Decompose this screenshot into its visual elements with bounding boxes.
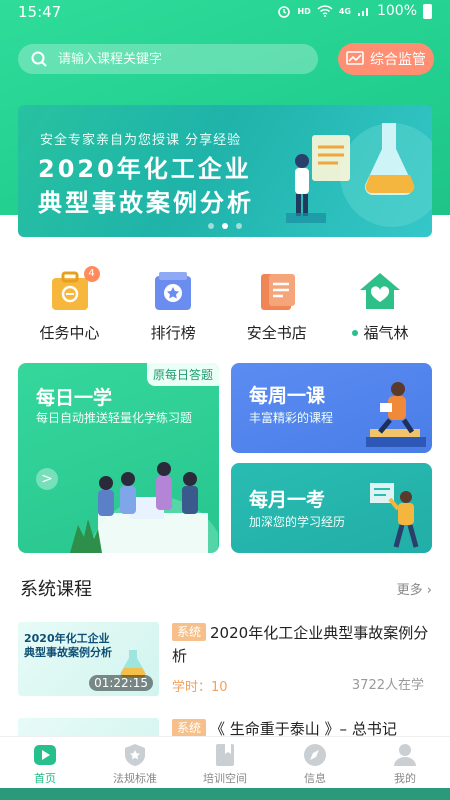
daily-tag: 原每日答题 xyxy=(146,363,219,386)
new-dot xyxy=(352,329,359,336)
quick-label: 排行榜 xyxy=(150,324,196,342)
hd-indicator: HD xyxy=(297,6,311,16)
course-thumbnail[interactable]: 2020年化工企业 典型事故案例分析 01:22:15 xyxy=(18,622,159,696)
course-item[interactable]: 2020年化工企业 典型事故案例分析 01:22:15 系统 2020年化工企业典型… xyxy=(18,622,432,696)
tab-label: 法规标准 xyxy=(113,772,157,785)
course-tag: 系统 xyxy=(172,719,207,737)
status-bar: 15:47 HD 4G 100% xyxy=(0,0,450,24)
quick-label: 任务中心 xyxy=(39,324,100,342)
thumb-title-line2: 典型事故案例分析 xyxy=(24,646,112,659)
more-link[interactable]: 更多 › xyxy=(397,579,432,598)
signal-icon xyxy=(357,8,368,16)
monitor-label: 综合监管 xyxy=(370,52,426,68)
monthly-title: 每月一考 xyxy=(249,489,326,511)
system-courses-header: 系统课程 更多 › xyxy=(20,575,432,601)
regulation-shield-icon xyxy=(125,744,145,766)
search-bar[interactable] xyxy=(18,44,318,74)
course-duration: 01:22:15 xyxy=(89,675,153,691)
quick-label: 安全书店 xyxy=(246,324,307,342)
banner-dot[interactable] xyxy=(208,223,214,229)
quick-label: 福气林 xyxy=(363,324,409,342)
bottom-tab-bar: 首页 法规标准 培训空间 信息 我的 xyxy=(0,736,450,788)
quick-task-center[interactable]: 4 任务中心 xyxy=(18,266,121,346)
tab-label: 信息 xyxy=(304,772,326,785)
tab-home[interactable]: 首页 xyxy=(0,737,90,788)
promo-banner[interactable]: 安全专家亲自为您授课 分享经验 2020年化工企业 典型事故案例分析 xyxy=(18,105,432,237)
weekly-course-card[interactable]: 每周一课 丰富精彩的课程 xyxy=(231,363,432,453)
tab-mine[interactable]: 我的 xyxy=(360,737,450,788)
banner-dot-active[interactable] xyxy=(222,223,228,229)
lab-illustration xyxy=(286,123,432,227)
course-tag: 系统 xyxy=(172,623,207,641)
quick-ranking[interactable]: 排行榜 xyxy=(122,270,225,346)
banner-dot[interactable] xyxy=(236,223,242,229)
network-type: 4G xyxy=(338,6,351,16)
book-store-icon xyxy=(255,270,299,312)
alarm-icon xyxy=(278,6,291,18)
system-navigation-bar xyxy=(0,788,450,800)
training-bookmark-icon xyxy=(216,744,234,766)
tab-label: 首页 xyxy=(34,772,56,785)
course-name: 2020年化工企业典型事故案例分析 xyxy=(172,624,429,665)
compass-icon xyxy=(304,744,326,766)
weekly-desc: 丰富精彩的课程 xyxy=(249,411,334,425)
team-illustration xyxy=(70,462,218,553)
exam-person-illustration xyxy=(370,483,419,548)
daily-study-card[interactable]: 原每日答题 每日一学 每日自动推送轻量化学练习题 > xyxy=(18,363,219,553)
banner-pagination xyxy=(18,223,432,229)
tab-label: 培训空间 xyxy=(203,772,247,785)
battery-icon xyxy=(423,3,432,19)
flask-illustration xyxy=(120,650,146,678)
course-hours: 学时：10 xyxy=(172,680,228,695)
quick-entry-row: 4 任务中心 排行榜 安全书店 福气林 xyxy=(18,266,432,346)
search-input[interactable] xyxy=(58,51,298,67)
status-time: 15:47 xyxy=(18,3,62,21)
quick-fortune-forest[interactable]: 福气林 xyxy=(329,270,432,346)
reading-person-illustration xyxy=(366,382,426,447)
tab-regulations[interactable]: 法规标准 xyxy=(90,737,180,788)
tab-information[interactable]: 信息 xyxy=(270,737,360,788)
chart-monitor-icon xyxy=(346,51,364,65)
status-icons: HD 4G 100% xyxy=(277,3,432,19)
banner-subtitle: 安全专家亲自为您授课 分享经验 xyxy=(40,133,242,148)
ranking-icon xyxy=(151,270,195,312)
monthly-exam-card[interactable]: 每月一考 加深您的学习经历 xyxy=(231,463,432,553)
user-icon xyxy=(394,744,416,766)
banner-title-line2: 典型事故案例分析 xyxy=(38,189,254,217)
daily-desc: 每日自动推送轻量化学练习题 xyxy=(36,411,193,425)
weekly-title: 每周一课 xyxy=(249,385,326,407)
section-title: 系统课程 xyxy=(20,579,92,600)
thumb-title-line1: 2020年化工企业 xyxy=(24,632,110,645)
wifi-icon xyxy=(317,5,333,17)
daily-title: 每日一学 xyxy=(36,387,113,409)
banner-title-line1: 2020年化工企业 xyxy=(38,155,252,183)
comprehensive-supervision-button[interactable]: 综合监管 xyxy=(338,43,434,75)
daily-go-button[interactable]: > xyxy=(36,468,58,490)
task-badge: 4 xyxy=(83,266,100,282)
task-bag-icon: 4 xyxy=(48,266,100,312)
tab-label: 我的 xyxy=(394,772,416,785)
chevron-right-icon: › xyxy=(426,583,432,598)
search-icon xyxy=(31,51,47,67)
quick-safety-bookstore[interactable]: 安全书店 xyxy=(225,270,328,346)
house-heart-icon xyxy=(358,270,402,312)
home-play-icon xyxy=(34,745,56,765)
tab-training-space[interactable]: 培训空间 xyxy=(180,737,270,788)
course-learner-count: 3722人在学 xyxy=(351,678,424,693)
more-label: 更多 xyxy=(396,583,423,598)
monthly-desc: 加深您的学习经历 xyxy=(249,515,346,529)
battery-percent: 100% xyxy=(376,3,417,19)
